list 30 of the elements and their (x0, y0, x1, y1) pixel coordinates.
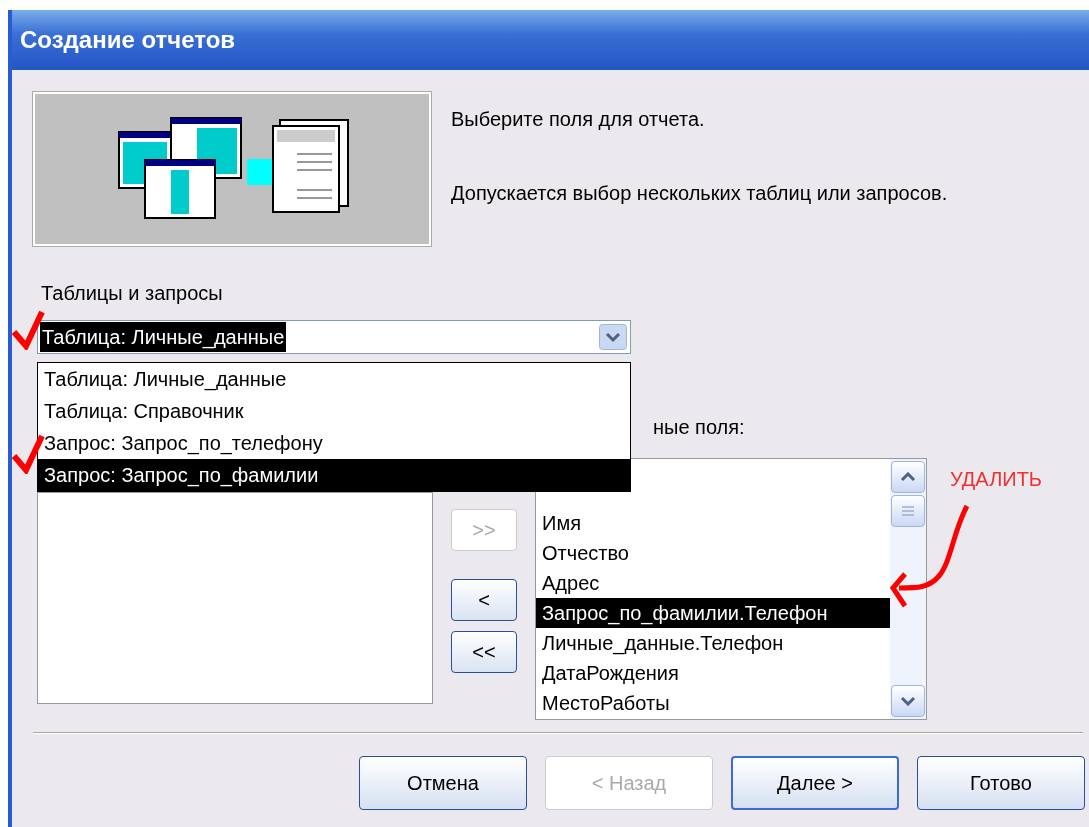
instruction-text: Допускается выбор нескольких таблиц или запросов. (451, 181, 948, 206)
scroll-down-icon[interactable] (891, 685, 925, 717)
instruction-text: Выберите поля для отчета. (451, 107, 706, 132)
move-button[interactable]: < (451, 579, 517, 621)
window-title: Создание отчетов (12, 10, 1089, 70)
dialog-button[interactable]: Отмена (359, 756, 527, 810)
combo-value: Таблица: Личные_данные (40, 322, 287, 352)
scrollbar[interactable] (890, 459, 926, 719)
move-button[interactable]: << (451, 631, 517, 673)
dropdown-option[interactable]: Запрос: Запрос_по_телефону (38, 427, 630, 459)
list-item[interactable]: Личные_данные.Телефон (536, 628, 890, 658)
list-item[interactable]: Адрес (536, 568, 890, 598)
dropdown-option[interactable]: Таблица: Личные_данные (38, 363, 630, 395)
field-label: Таблицы и запросы (41, 281, 224, 306)
annotation-text: УДАЛИТЬ (950, 467, 1042, 492)
check-mark-icon (12, 434, 46, 474)
selected-fields-list[interactable]: Имя Отчество Адрес Запрос_по_фамилии.Телефон Личные_данные.Телефон ДатаРождения МестоРаботы (535, 458, 927, 720)
list-item[interactable]: МестоРаботы (536, 688, 890, 718)
scroll-thumb[interactable] (891, 495, 925, 527)
list-item[interactable]: ДатаРождения (536, 658, 890, 688)
dropdown-option[interactable]: Запрос: Запрос_по_фамилии (38, 459, 630, 491)
list-item[interactable]: Отчество (536, 538, 890, 568)
dropdown-option[interactable]: Таблица: Справочник (38, 395, 630, 427)
list-item[interactable]: Запрос_по_фамилии.Телефон (536, 598, 890, 628)
scroll-up-icon[interactable] (891, 461, 925, 493)
field-label: ные поля: (653, 415, 746, 440)
available-fields-list[interactable] (37, 492, 433, 704)
dialog-button[interactable]: Готово (917, 756, 1085, 810)
dialog-button[interactable]: Далее > (731, 756, 899, 810)
list-item[interactable]: Имя (536, 508, 890, 538)
